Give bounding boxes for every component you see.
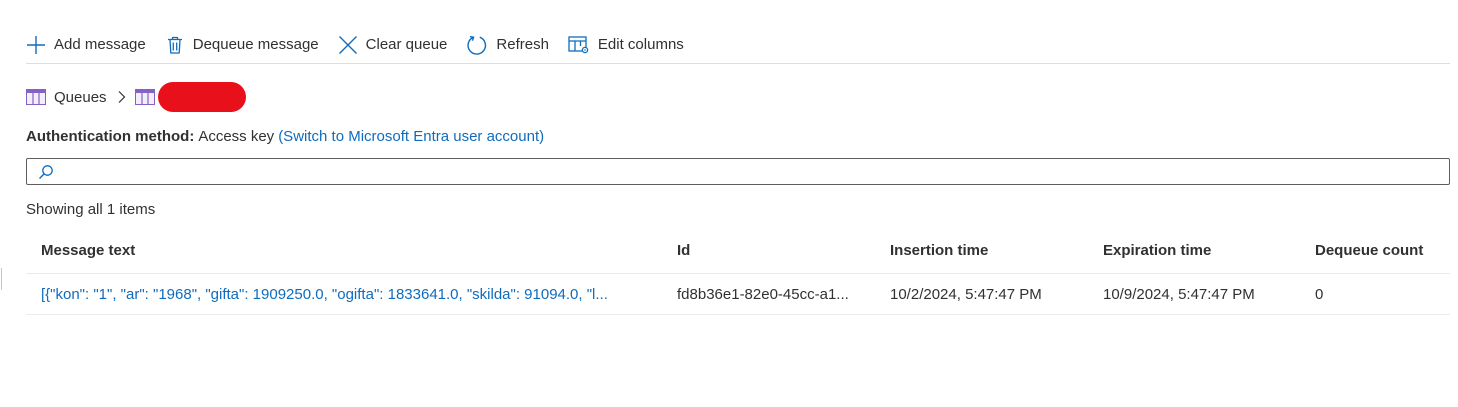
add-message-button[interactable]: Add message [26,27,146,63]
message-text-link[interactable]: [{"kon": "1", "ar": "1968", "gifta": 190… [41,286,661,303]
table-header-row: Message text Id Insertion time Expiratio… [26,228,1450,274]
column-header-message-text[interactable]: Message text [41,242,661,259]
refresh-button[interactable]: Refresh [466,27,549,63]
insertion-time: 10/2/2024, 5:47:47 PM [890,285,1042,303]
close-icon [338,35,357,54]
edit-columns-label: Edit columns [597,36,684,53]
auth-method-value: Access key [198,128,275,145]
edit-columns-icon [568,35,589,53]
redacted-queue-name [157,82,246,112]
plus-icon [27,35,45,54]
panel-edge-divider [1,268,2,290]
queue-icon [134,89,155,105]
refresh-label: Refresh [496,36,549,53]
dequeue-count: 0 [1315,285,1324,303]
breadcrumb: Queues [26,82,246,112]
clear-queue-button[interactable]: Clear queue [338,27,448,63]
column-header-id[interactable]: Id [677,242,867,259]
column-header-insertion-time[interactable]: Insertion time [890,242,1086,259]
clear-queue-label: Clear queue [365,36,448,53]
edit-columns-button[interactable]: Edit columns [568,27,684,63]
search-icon [39,164,53,179]
message-id: fd8b36e1-82e0-45cc-a1... [677,285,849,303]
chevron-right-icon [117,90,127,104]
table-row[interactable]: [{"kon": "1", "ar": "1968", "gifta": 190… [26,274,1450,315]
search-box[interactable] [26,158,1450,185]
breadcrumb-current-queue[interactable] [134,82,246,112]
authentication-method: Authentication method: Access key (Switch … [26,128,544,145]
add-message-label: Add message [54,36,146,53]
refresh-icon [467,35,487,55]
item-count-status: Showing all 1 items [26,201,156,218]
column-header-expiration-time[interactable]: Expiration time [1103,242,1299,259]
breadcrumb-queues[interactable]: Queues [26,89,107,106]
messages-table: Message text Id Insertion time Expiratio… [26,228,1450,315]
queue-icon [26,89,46,105]
dequeue-message-label: Dequeue message [192,36,319,53]
command-bar: Add message Dequeue message Clear queue … [26,26,1450,64]
expiration-time: 10/9/2024, 5:47:47 PM [1103,285,1255,303]
auth-method-label: Authentication method: [26,128,195,145]
search-input[interactable] [60,159,1449,184]
dequeue-message-button[interactable]: Dequeue message [165,27,319,63]
trash-icon [167,36,182,54]
column-header-dequeue-count[interactable]: Dequeue count [1315,242,1445,259]
breadcrumb-queues-label: Queues [54,88,107,106]
switch-to-entra-link[interactable]: (Switch to Microsoft Entra user account) [278,128,544,145]
